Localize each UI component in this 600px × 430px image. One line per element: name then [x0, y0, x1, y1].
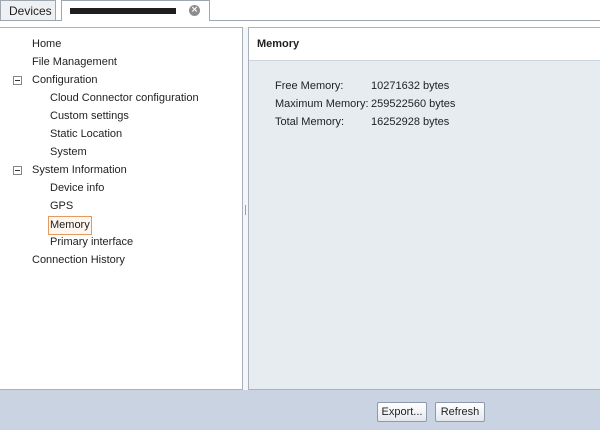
tree-item-label: Home — [32, 38, 62, 50]
tree-item-label: Primary interface — [50, 236, 134, 248]
tab-bar: Devices × — [0, 0, 600, 21]
memory-panel: Memory Free Memory: 10271632 bytes Maxim… — [248, 27, 600, 390]
tree-item-label: Configuration — [32, 74, 98, 86]
close-icon[interactable]: × — [189, 5, 200, 16]
refresh-button[interactable]: Refresh — [435, 402, 485, 422]
free-memory-label: Free Memory: — [275, 80, 344, 92]
tree-item-label: Static Location — [50, 128, 123, 140]
tab-devices[interactable]: Devices — [0, 0, 56, 20]
total-memory-value: 16252928 bytes — [371, 116, 450, 128]
tree-item-label: File Management — [32, 56, 117, 68]
tree-item-label: System — [50, 146, 87, 158]
collapse-icon[interactable] — [13, 76, 22, 85]
export-button[interactable]: Export... — [377, 402, 427, 422]
tree-item-label: Cloud Connector configuration — [50, 92, 199, 104]
tree-item-label: Device info — [50, 182, 105, 194]
redacted-tab-title — [70, 8, 176, 14]
maximum-memory-label: Maximum Memory: — [275, 98, 369, 110]
free-memory-value: 10271632 bytes — [371, 80, 450, 92]
panel-title: Memory — [257, 38, 300, 50]
total-memory-label: Total Memory: — [275, 116, 345, 128]
action-bar: Export... Refresh — [0, 390, 600, 430]
collapse-icon[interactable] — [13, 166, 22, 175]
tree-item-label: Custom settings — [50, 110, 129, 122]
maximum-memory-value: 259522560 bytes — [371, 98, 456, 110]
splitter-grip-icon — [245, 205, 246, 215]
panel-header: Memory — [249, 28, 600, 61]
tab-device-detail[interactable]: × — [61, 0, 210, 21]
tree-item-label: Connection History — [32, 254, 125, 266]
tab-devices-label: Devices — [9, 4, 52, 18]
tree-item-label-selected: Memory — [48, 216, 92, 235]
tree-item-label: GPS — [50, 200, 74, 212]
navigation-tree: Home File Management Configuration Cloud… — [0, 27, 243, 390]
tree-item-label: System Information — [32, 164, 127, 176]
